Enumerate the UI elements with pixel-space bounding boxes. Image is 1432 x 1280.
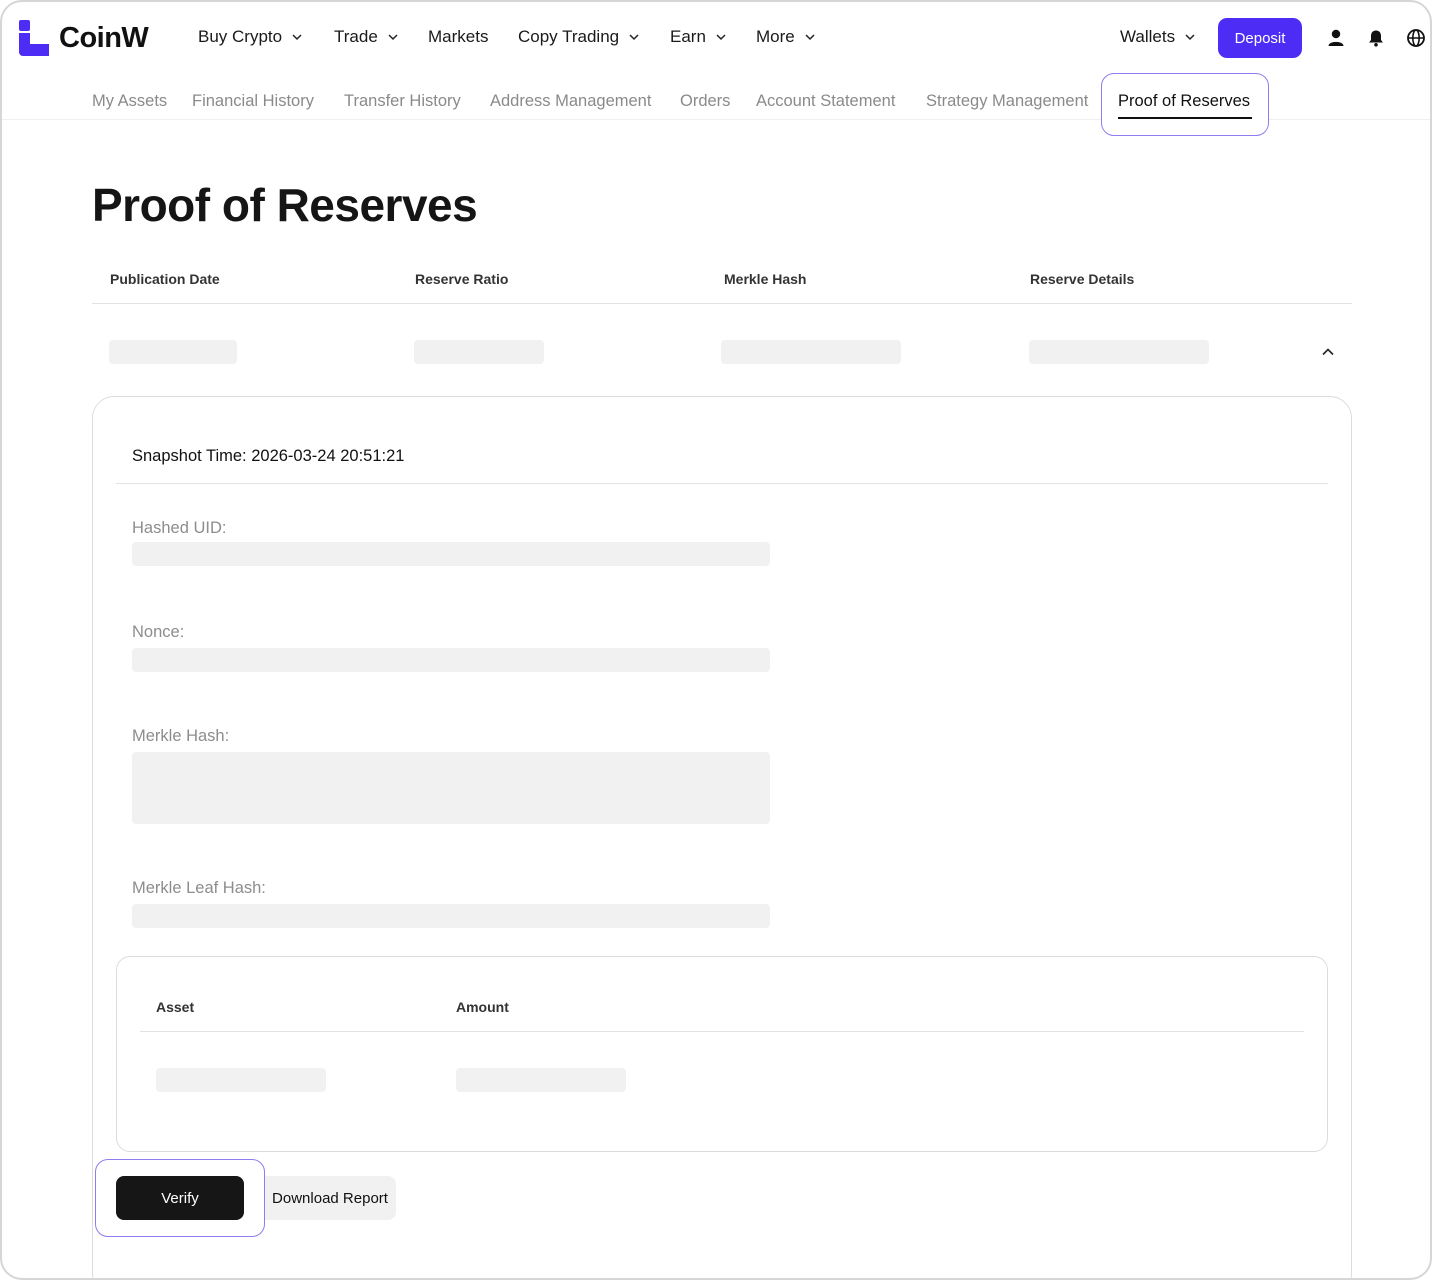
skeleton-amount — [456, 1068, 626, 1092]
nonce-value — [132, 648, 770, 672]
wallets-menu[interactable]: Wallets — [1120, 27, 1197, 47]
tab-orders[interactable]: Orders — [680, 92, 730, 111]
tab-proof-of-reserves[interactable]: Proof of Reserves — [1118, 92, 1250, 111]
asset-table-card — [116, 956, 1328, 1152]
tab-my-assets[interactable]: My Assets — [92, 92, 167, 111]
nav-earn[interactable]: Earn — [670, 27, 728, 47]
page-title: Proof of Reserves — [92, 179, 478, 231]
nav-markets[interactable]: Markets — [428, 27, 488, 47]
chevron-down-icon — [805, 34, 815, 41]
bell-icon[interactable] — [1366, 28, 1386, 48]
header-merkle-hash: Merkle Hash — [724, 271, 807, 287]
hashed-uid-value — [132, 542, 770, 566]
chevron-down-icon — [292, 34, 302, 41]
tab-financial-history[interactable]: Financial History — [192, 92, 314, 111]
verify-button[interactable]: Verify — [116, 1176, 244, 1220]
brand-name: CoinW — [59, 21, 149, 54]
tab-strategy-management[interactable]: Strategy Management — [926, 92, 1088, 111]
nav-label: Trade — [334, 27, 378, 46]
asset-header-divider — [140, 1031, 1304, 1032]
sub-navigation-tabs: My Assets Financial History Transfer His… — [2, 73, 1430, 136]
deposit-button[interactable]: Deposit — [1218, 18, 1302, 58]
globe-icon[interactable] — [1406, 28, 1426, 48]
merkle-hash-value — [132, 752, 770, 824]
nav-label: Earn — [670, 27, 706, 46]
coinw-logo[interactable]: CoinW — [19, 20, 149, 56]
header-publication-date: Publication Date — [110, 271, 220, 287]
chevron-down-icon — [388, 34, 398, 41]
merkle-leaf-hash-value — [132, 904, 770, 928]
nav-more[interactable]: More — [756, 27, 817, 47]
skeleton-asset — [156, 1068, 326, 1092]
download-report-button[interactable]: Download Report — [264, 1176, 396, 1220]
header-asset: Asset — [156, 999, 195, 1015]
wallets-label: Wallets — [1120, 27, 1176, 46]
tab-account-statement[interactable]: Account Statement — [756, 92, 895, 111]
chevron-down-icon — [629, 34, 639, 41]
snapshot-time: Snapshot Time: 2026-03-24 20:51:21 — [132, 447, 405, 465]
nav-buy-crypto[interactable]: Buy Crypto — [198, 27, 304, 47]
chevron-up-icon[interactable] — [1320, 344, 1336, 360]
app-window: CoinW Buy Crypto Trade Markets Copy Trad… — [0, 0, 1432, 1280]
nav-label: Markets — [428, 27, 489, 46]
skeleton-reserve-ratio — [414, 340, 544, 364]
merkle-leaf-hash-label: Merkle Leaf Hash: — [132, 879, 266, 897]
nav-label: More — [756, 27, 795, 46]
snapshot-divider — [116, 483, 1328, 484]
merkle-hash-label: Merkle Hash: — [132, 727, 230, 745]
skeleton-publication-date — [109, 340, 237, 364]
header-reserve-details: Reserve Details — [1030, 271, 1135, 287]
nav-copy-trading[interactable]: Copy Trading — [518, 27, 641, 47]
header-amount: Amount — [456, 999, 509, 1015]
user-icon[interactable] — [1326, 28, 1346, 48]
nav-label: Copy Trading — [518, 27, 620, 46]
header-reserve-ratio: Reserve Ratio — [415, 271, 509, 287]
top-navigation: CoinW Buy Crypto Trade Markets Copy Trad… — [2, 2, 1430, 74]
skeleton-reserve-details — [1029, 340, 1209, 364]
nav-label: Buy Crypto — [198, 27, 283, 46]
coinw-logo-icon — [19, 20, 49, 56]
tab-address-management[interactable]: Address Management — [490, 92, 651, 111]
nonce-label: Nonce: — [132, 623, 185, 641]
table-header-divider — [92, 303, 1352, 304]
chevron-down-icon — [1185, 34, 1195, 41]
nav-trade[interactable]: Trade — [334, 27, 400, 47]
skeleton-merkle-hash — [721, 340, 901, 364]
hashed-uid-label: Hashed UID: — [132, 519, 227, 537]
chevron-down-icon — [716, 34, 726, 41]
tab-transfer-history[interactable]: Transfer History — [344, 92, 461, 111]
active-tab-underline — [1118, 117, 1252, 119]
